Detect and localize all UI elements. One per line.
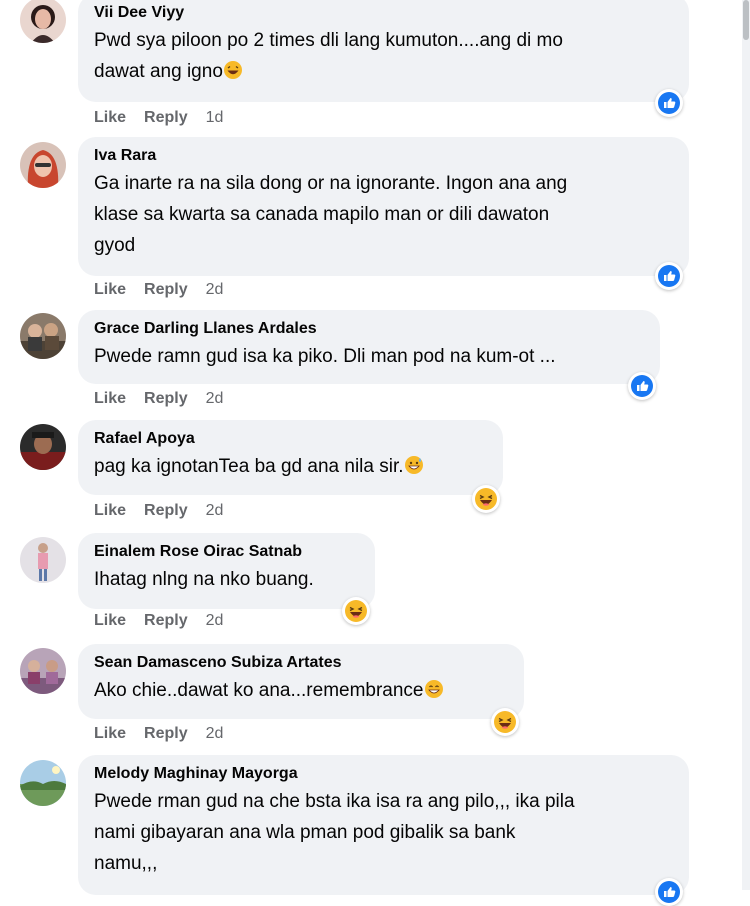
comment-author[interactable]: Melody Maghinay Mayorga xyxy=(94,764,673,784)
comment-text: Pwede rman gud na che bsta ika isa ra an… xyxy=(94,786,673,879)
comment-author[interactable]: Rafael Apoya xyxy=(94,429,487,449)
comment-author[interactable]: Vii Dee Viyy xyxy=(94,3,673,23)
comment-text: Ako chie..dawat ko ana...remembrance xyxy=(94,675,508,706)
like-button[interactable]: Like xyxy=(94,109,126,127)
reply-button[interactable]: Reply xyxy=(144,390,188,408)
like-reaction-icon[interactable] xyxy=(628,372,656,400)
avatar[interactable] xyxy=(20,0,66,43)
comment-bubble: Vii Dee Viyy Pwd sya piloon po 2 times d… xyxy=(78,0,689,102)
comment-line-text: pag ka ignotanTea ba gd ana nila sir. xyxy=(94,456,404,477)
comment-line: Pwd sya piloon po 2 times dli lang kumut… xyxy=(94,30,563,51)
comment-text: Ga inarte ra na sila dong or na ignorant… xyxy=(94,168,673,261)
comment-text: Pwede ramn gud isa ka piko. Dli man pod … xyxy=(94,341,644,372)
grinning-face-icon xyxy=(424,680,443,698)
comment-bubble: Rafael Apoya pag ka ignotanTea ba gd ana… xyxy=(78,420,503,495)
reply-button[interactable]: Reply xyxy=(144,612,188,630)
haha-reaction-icon[interactable] xyxy=(472,485,500,513)
comment-line-text: Ako chie..dawat ko ana...remembrance xyxy=(94,680,424,701)
like-button[interactable]: Like xyxy=(94,612,126,630)
comment-actions: Like Reply 2d xyxy=(94,612,223,630)
comment-text: pag ka ignotanTea ba gd ana nila sir. xyxy=(94,451,487,482)
comment-text: Pwd sya piloon po 2 times dli lang kumut… xyxy=(94,25,673,87)
avatar[interactable] xyxy=(20,142,66,188)
like-button[interactable]: Like xyxy=(94,281,126,299)
comment-actions: Like Reply 2d xyxy=(94,502,223,520)
comment-timestamp[interactable]: 2d xyxy=(206,390,224,408)
avatar[interactable] xyxy=(20,537,66,583)
scrollbar-thumb[interactable] xyxy=(743,0,749,40)
comment-line: pag ka ignotanTea ba gd ana nila sir. xyxy=(94,451,487,482)
comment-bubble: Grace Darling Llanes Ardales Pwede ramn … xyxy=(78,310,660,384)
comment-bubble: Iva Rara Ga inarte ra na sila dong or na… xyxy=(78,137,689,276)
avatar[interactable] xyxy=(20,313,66,359)
reply-button[interactable]: Reply xyxy=(144,281,188,299)
comment-line: Ga inarte ra na sila dong or na ignorant… xyxy=(94,173,568,194)
comment-timestamp[interactable]: 2d xyxy=(206,612,224,630)
haha-reaction-icon[interactable] xyxy=(342,597,370,625)
like-button[interactable]: Like xyxy=(94,502,126,520)
comment-timestamp[interactable]: 2d xyxy=(206,725,224,743)
comment-timestamp[interactable]: 1d xyxy=(206,109,224,127)
comment-author[interactable]: Sean Damasceno Subiza Artates xyxy=(94,653,508,673)
comment-author[interactable]: Einalem Rose Oirac Satnab xyxy=(94,542,359,562)
comment-timestamp[interactable]: 2d xyxy=(206,281,224,299)
comment-line: nami gibayaran ana wla pman pod gibalik … xyxy=(94,822,516,843)
comment-text: Ihatag nlng na nko buang. xyxy=(94,564,359,595)
like-reaction-icon[interactable] xyxy=(655,262,683,290)
comment-bubble: Sean Damasceno Subiza Artates Ako chie..… xyxy=(78,644,524,719)
like-reaction-icon[interactable] xyxy=(655,89,683,117)
comment-actions: Like Reply 2d xyxy=(94,390,223,408)
comment-bubble: Melody Maghinay Mayorga Pwede rman gud n… xyxy=(78,755,689,895)
comment-line-text: dawat ang igno xyxy=(94,61,223,82)
comment-line: Pwede ramn gud isa ka piko. Dli man pod … xyxy=(94,346,556,367)
like-button[interactable]: Like xyxy=(94,390,126,408)
comment-line: namu,,, xyxy=(94,853,158,874)
haha-reaction-icon[interactable] xyxy=(491,708,519,736)
laughing-face-icon xyxy=(223,61,242,79)
comment-actions: Like Reply 1d xyxy=(94,109,223,127)
scrollbar-track[interactable] xyxy=(742,0,750,890)
reply-button[interactable]: Reply xyxy=(144,725,188,743)
comment-line: klase sa kwarta sa canada mapilo man or … xyxy=(94,204,550,225)
grinning-sweat-icon xyxy=(404,456,423,474)
avatar[interactable] xyxy=(20,424,66,470)
reply-button[interactable]: Reply xyxy=(144,502,188,520)
comment-line: dawat ang igno xyxy=(94,56,673,87)
comment-timestamp[interactable]: 2d xyxy=(206,502,224,520)
avatar[interactable] xyxy=(20,760,66,806)
avatar[interactable] xyxy=(20,648,66,694)
like-reaction-icon[interactable] xyxy=(655,878,683,906)
comment-actions: Like Reply 2d xyxy=(94,725,223,743)
like-button[interactable]: Like xyxy=(94,725,126,743)
reply-button[interactable]: Reply xyxy=(144,109,188,127)
comment-actions: Like Reply 2d xyxy=(94,281,223,299)
comment-line: Pwede rman gud na che bsta ika isa ra an… xyxy=(94,791,575,812)
comment-line: gyod xyxy=(94,235,136,256)
comment-line: Ako chie..dawat ko ana...remembrance xyxy=(94,675,508,706)
comment-line: Ihatag nlng na nko buang. xyxy=(94,569,314,590)
comment-author[interactable]: Grace Darling Llanes Ardales xyxy=(94,319,644,339)
comment-author[interactable]: Iva Rara xyxy=(94,146,673,166)
comment-bubble: Einalem Rose Oirac Satnab Ihatag nlng na… xyxy=(78,533,375,609)
